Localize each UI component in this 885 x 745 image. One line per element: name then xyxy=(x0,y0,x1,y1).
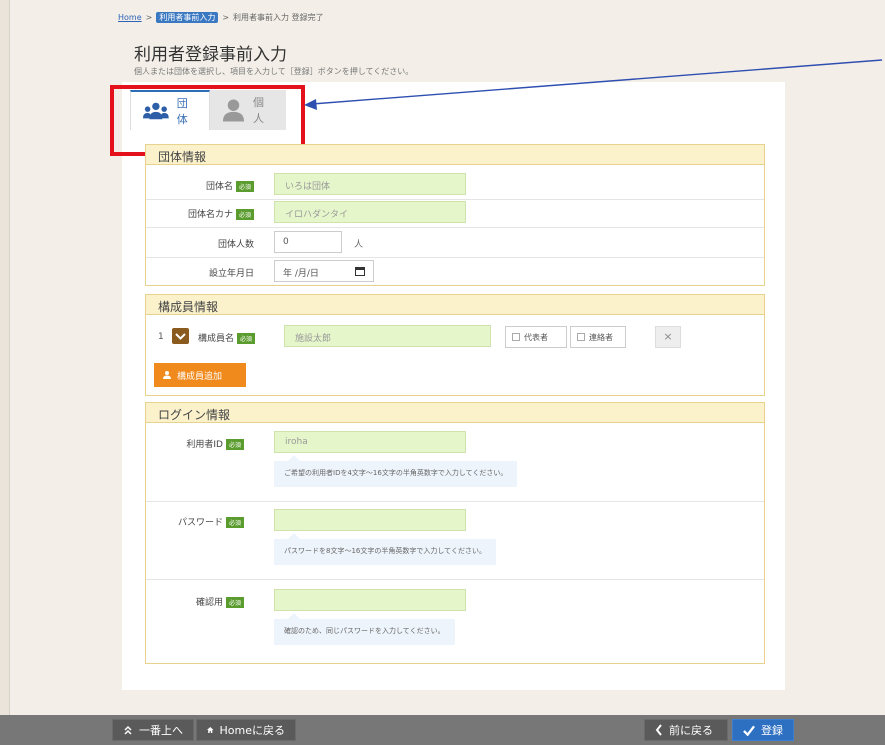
group-kana-input[interactable]: イロハダンタイ xyxy=(274,201,466,223)
group-add-icon xyxy=(163,371,171,379)
scroll-top-button[interactable]: 一番上へ xyxy=(112,719,194,741)
back-button[interactable]: 前に戻る xyxy=(644,719,728,741)
annotation-arrow xyxy=(304,59,883,110)
breadcrumb-separator: > xyxy=(145,13,153,22)
password-hint: パスワードを8文字～16文字の半角英数字で入力してください。 xyxy=(274,533,496,565)
group-info-section: 団体情報 団体名 必須 いろは団体 団体名カナ 必須 イロハダンタイ 団体人数 0 … xyxy=(145,144,765,286)
checkbox-box xyxy=(577,333,585,341)
member-name-input[interactable]: 施設太郎 xyxy=(284,325,491,347)
checkbox-box xyxy=(512,333,520,341)
row-divider xyxy=(146,227,764,228)
double-chevron-up-icon xyxy=(124,725,132,735)
row-divider xyxy=(146,257,764,258)
breadcrumb-home-link[interactable]: Home xyxy=(118,13,142,22)
established-date-label: 設立年月日 xyxy=(208,269,254,279)
member-info-section: 構成員情報 1 構成員名 必須 施設太郎 代表者 連絡者 × 構成員追加 xyxy=(145,294,765,396)
user-id-input[interactable]: iroha xyxy=(274,431,466,453)
group-kana-label: 団体名カナ 必須 xyxy=(188,207,254,220)
section-header: 団体情報 xyxy=(146,145,764,165)
established-date-input[interactable]: 年 /月/日 xyxy=(274,260,374,282)
member-name-label: 構成員名 必須 xyxy=(198,331,256,344)
required-badge: 必須 xyxy=(225,597,244,608)
required-badge: 必須 xyxy=(225,517,244,528)
page-title: 利用者登録事前入力 xyxy=(134,45,287,65)
section-header: 構成員情報 xyxy=(146,295,764,315)
representative-checkbox[interactable]: 代表者 xyxy=(505,326,567,348)
group-count-unit: 人 xyxy=(354,240,364,250)
add-member-button[interactable]: 構成員追加 xyxy=(154,363,246,387)
row-divider xyxy=(146,199,764,200)
chevron-left-icon xyxy=(655,724,662,736)
breadcrumb-separator: > xyxy=(222,13,230,22)
submit-button[interactable]: 登録 xyxy=(732,719,794,741)
calendar-icon[interactable] xyxy=(355,266,365,276)
footer-bar: 一番上へ Homeに戻る 前に戻る 登録 xyxy=(0,715,885,745)
section-header: ログイン情報 xyxy=(146,403,764,423)
checkmark-icon xyxy=(743,725,755,736)
confirm-password-hint: 確認のため、同じパスワードを入力してください。 xyxy=(274,613,455,645)
group-name-input[interactable]: いろは団体 xyxy=(274,173,466,195)
required-badge: 必須 xyxy=(225,439,244,450)
member-expand-toggle[interactable] xyxy=(172,328,189,344)
home-icon xyxy=(207,727,214,733)
required-badge: 必須 xyxy=(235,209,254,220)
chevron-down-icon xyxy=(175,333,186,340)
confirm-password-label: 確認用 必須 xyxy=(196,595,244,608)
window-left-frame xyxy=(0,0,10,745)
user-id-label: 利用者ID 必須 xyxy=(186,437,244,450)
breadcrumb-preregistration-link[interactable]: 利用者事前入力 xyxy=(156,12,219,23)
password-label: パスワード 必須 xyxy=(178,515,244,528)
confirm-password-input[interactable] xyxy=(274,589,466,611)
login-info-section: ログイン情報 利用者ID 必須 iroha ご希望の利用者IDを4文字～16文字の… xyxy=(145,402,765,664)
contact-checkbox[interactable]: 連絡者 xyxy=(570,326,626,348)
group-count-input[interactable]: 0 xyxy=(274,231,342,253)
breadcrumb: Home > 利用者事前入力 > 利用者事前入力 登録完了 xyxy=(118,12,324,23)
remove-member-button[interactable]: × xyxy=(655,326,681,348)
required-badge: 必須 xyxy=(237,333,256,344)
row-divider xyxy=(146,579,764,580)
password-input[interactable] xyxy=(274,509,466,531)
member-row-number: 1 xyxy=(158,332,164,342)
group-count-label: 団体人数 xyxy=(217,240,254,250)
row-divider xyxy=(146,501,764,502)
group-name-label: 団体名 必須 xyxy=(206,179,254,192)
user-id-hint: ご希望の利用者IDを4文字～16文字の半角英数字で入力してください。 xyxy=(274,455,518,487)
required-badge: 必須 xyxy=(235,181,254,192)
home-button[interactable]: Homeに戻る xyxy=(196,719,296,741)
breadcrumb-completion: 利用者事前入力 登録完了 xyxy=(233,13,324,22)
